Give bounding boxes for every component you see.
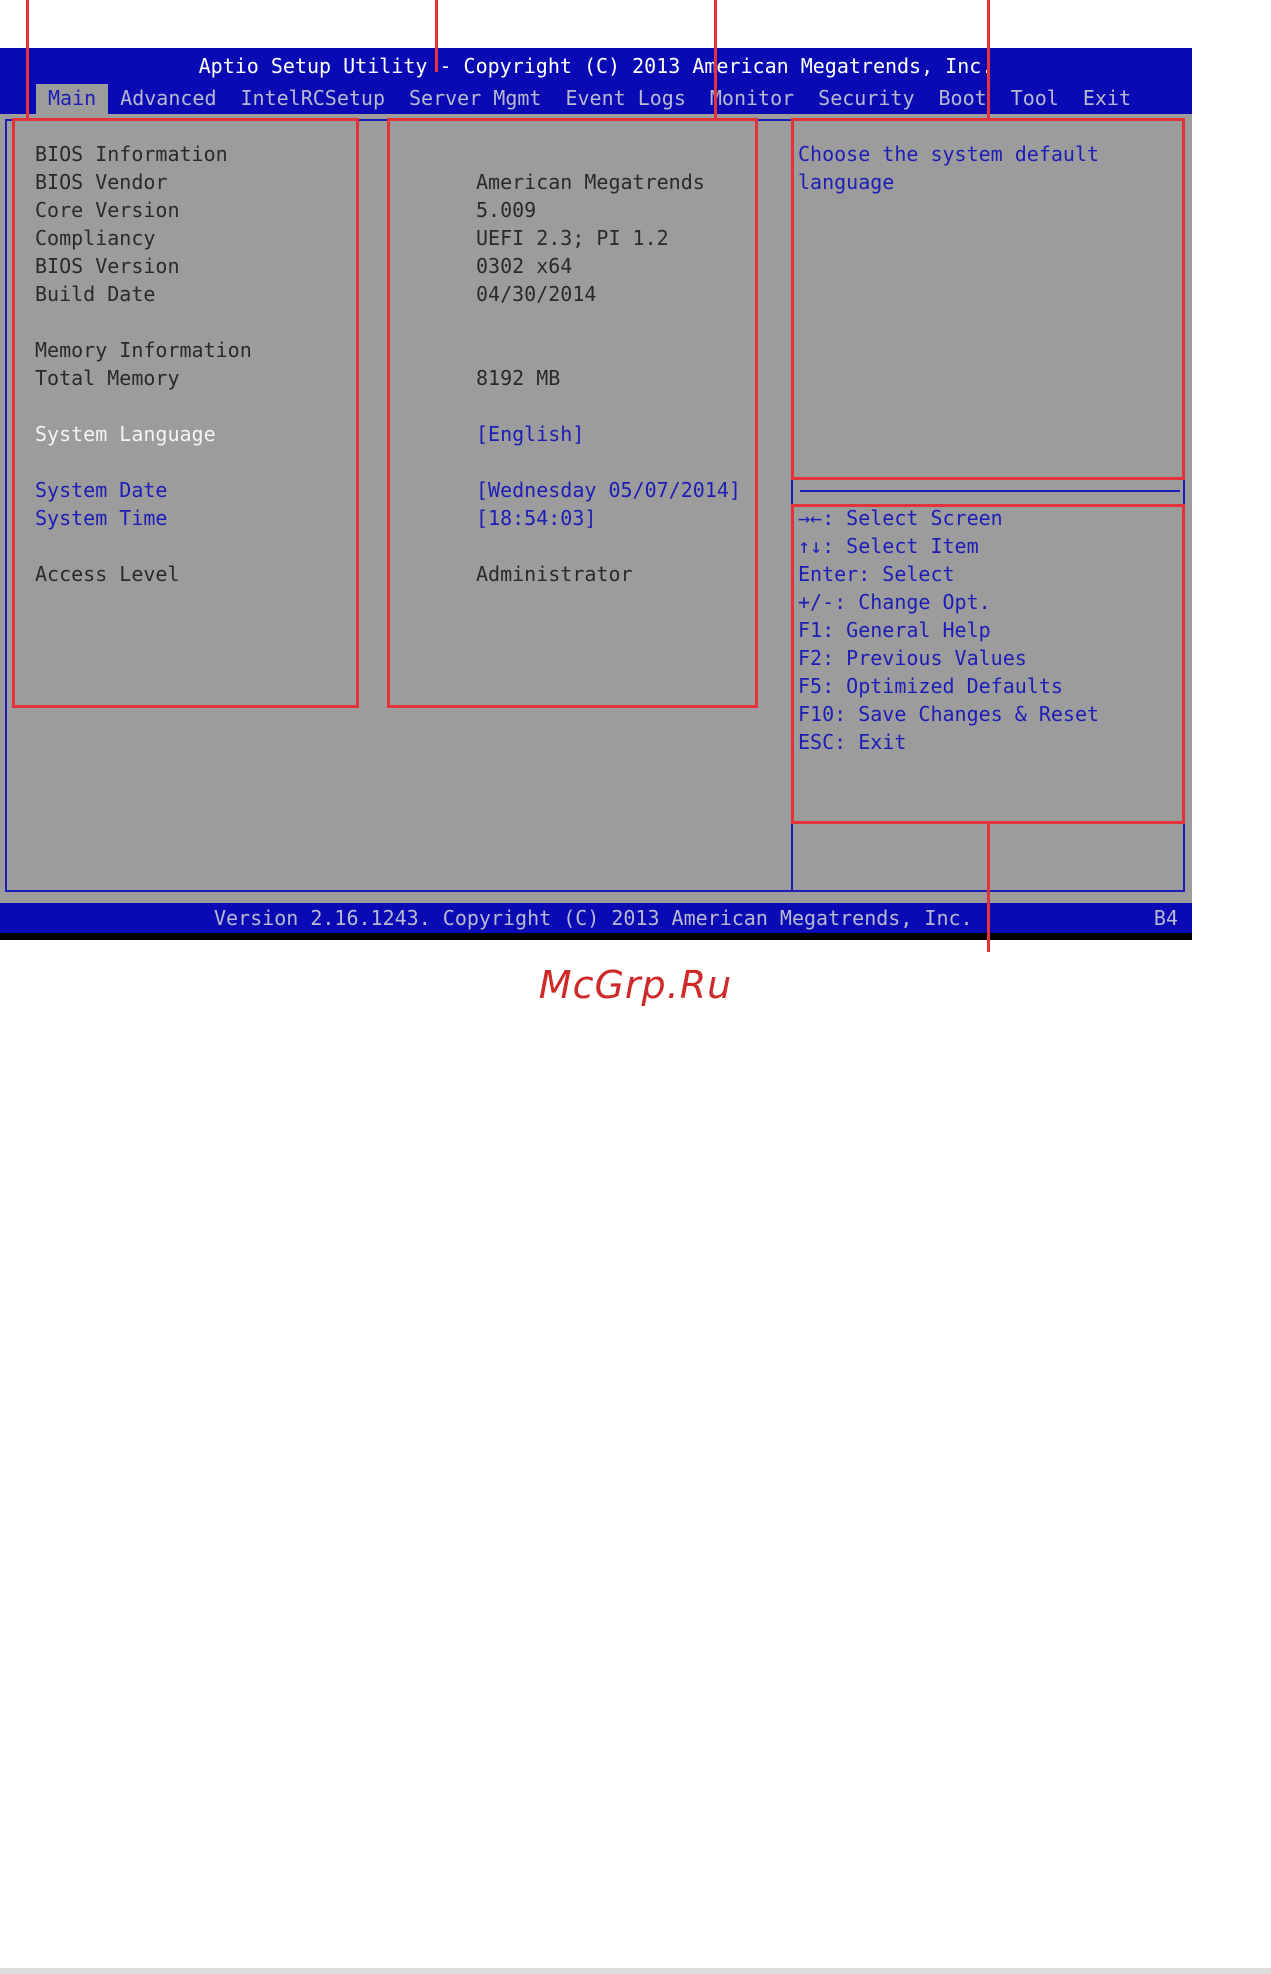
- callout-box-keys: [791, 504, 1185, 824]
- menu-bar: Main Advanced IntelRCSetup Server Mgmt E…: [36, 84, 1143, 114]
- status-bar: Version 2.16.1243. Copyright (C) 2013 Am…: [0, 903, 1192, 933]
- page-bottom-edge: [0, 1968, 1271, 1974]
- tab-event-logs[interactable]: Event Logs: [553, 84, 697, 114]
- callout-box-values: [387, 118, 758, 708]
- title-bar: Aptio Setup Utility - Copyright (C) 2013…: [0, 48, 1192, 114]
- help-divider: [800, 490, 1180, 492]
- callout-line-keys: [987, 822, 990, 952]
- callout-line-menu: [435, 0, 438, 72]
- tab-main[interactable]: Main: [36, 84, 109, 114]
- callout-box-help: [791, 118, 1185, 480]
- callout-box-labels: [12, 118, 359, 708]
- tab-tool[interactable]: Tool: [999, 84, 1071, 114]
- callout-line-values: [714, 0, 717, 120]
- post-code: B4: [1153, 906, 1178, 930]
- callout-line-labels: [26, 0, 29, 120]
- tab-security[interactable]: Security: [806, 84, 926, 114]
- tab-server-mgmt[interactable]: Server Mgmt: [397, 84, 553, 114]
- tab-advanced[interactable]: Advanced: [108, 84, 228, 114]
- tab-exit[interactable]: Exit: [1071, 84, 1143, 114]
- watermark: McGrp.Ru: [538, 963, 733, 1007]
- window-title: Aptio Setup Utility - Copyright (C) 2013…: [198, 54, 994, 78]
- callout-line-help: [987, 0, 990, 120]
- tab-intelrcsetup[interactable]: IntelRCSetup: [229, 84, 398, 114]
- version-text: Version 2.16.1243. Copyright (C) 2013 Am…: [214, 906, 973, 930]
